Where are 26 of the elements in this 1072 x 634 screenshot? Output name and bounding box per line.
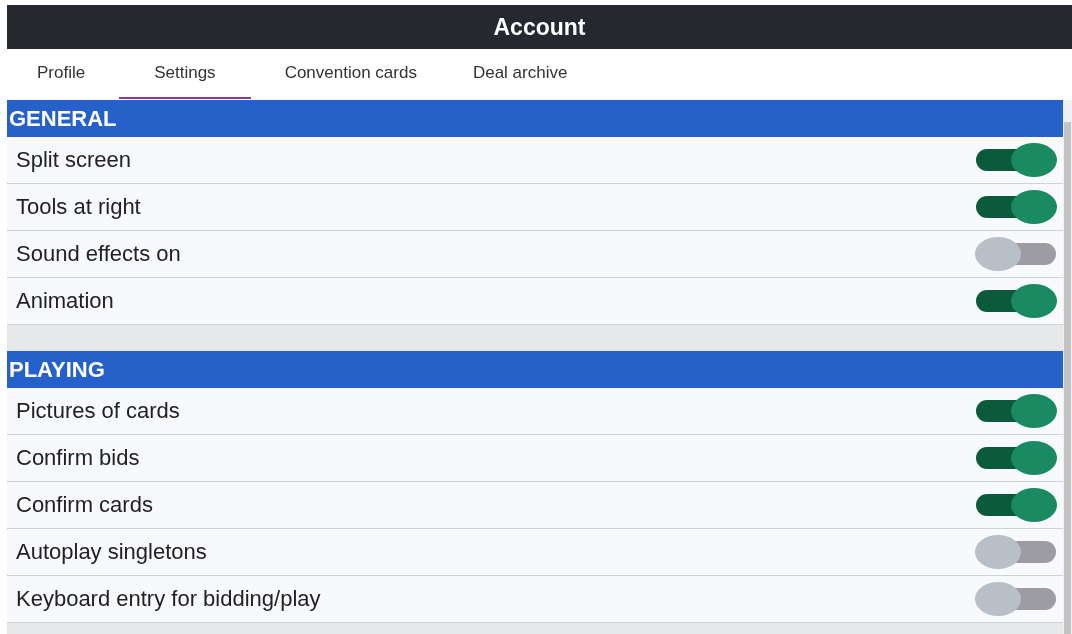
setting-label: Pictures of cards xyxy=(16,398,180,424)
scrollbar[interactable] xyxy=(1063,100,1072,634)
toggle-switch[interactable] xyxy=(975,394,1057,428)
tab[interactable]: Deal archive xyxy=(450,49,590,99)
toggle-switch[interactable] xyxy=(975,441,1057,475)
toggle-switch[interactable] xyxy=(975,190,1057,224)
setting-label: Confirm cards xyxy=(16,492,153,518)
setting-label: Animation xyxy=(16,288,114,314)
tab[interactable]: Profile xyxy=(15,49,108,99)
toggle-switch[interactable] xyxy=(975,488,1057,522)
tab[interactable]: Convention cards xyxy=(262,49,439,99)
setting-label: Tools at right xyxy=(16,194,141,220)
section-header: PLAYING xyxy=(7,351,1063,388)
window-title: Account xyxy=(493,13,586,41)
toggle-switch[interactable] xyxy=(975,143,1057,177)
toggle-switch[interactable] xyxy=(975,284,1057,318)
toggle-switch[interactable] xyxy=(975,237,1057,271)
setting-label: Keyboard entry for bidding/play xyxy=(16,586,321,612)
setting-label: Sound effects on xyxy=(16,241,181,267)
section-header: GENERAL xyxy=(7,100,1063,137)
toggle-switch[interactable] xyxy=(975,535,1057,569)
toggle-switch[interactable] xyxy=(975,582,1057,616)
setting-label: Autoplay singletons xyxy=(16,539,207,565)
setting-label: Split screen xyxy=(16,147,131,173)
setting-label: Confirm bids xyxy=(16,445,140,471)
scrollbar-thumb[interactable] xyxy=(1064,122,1071,634)
